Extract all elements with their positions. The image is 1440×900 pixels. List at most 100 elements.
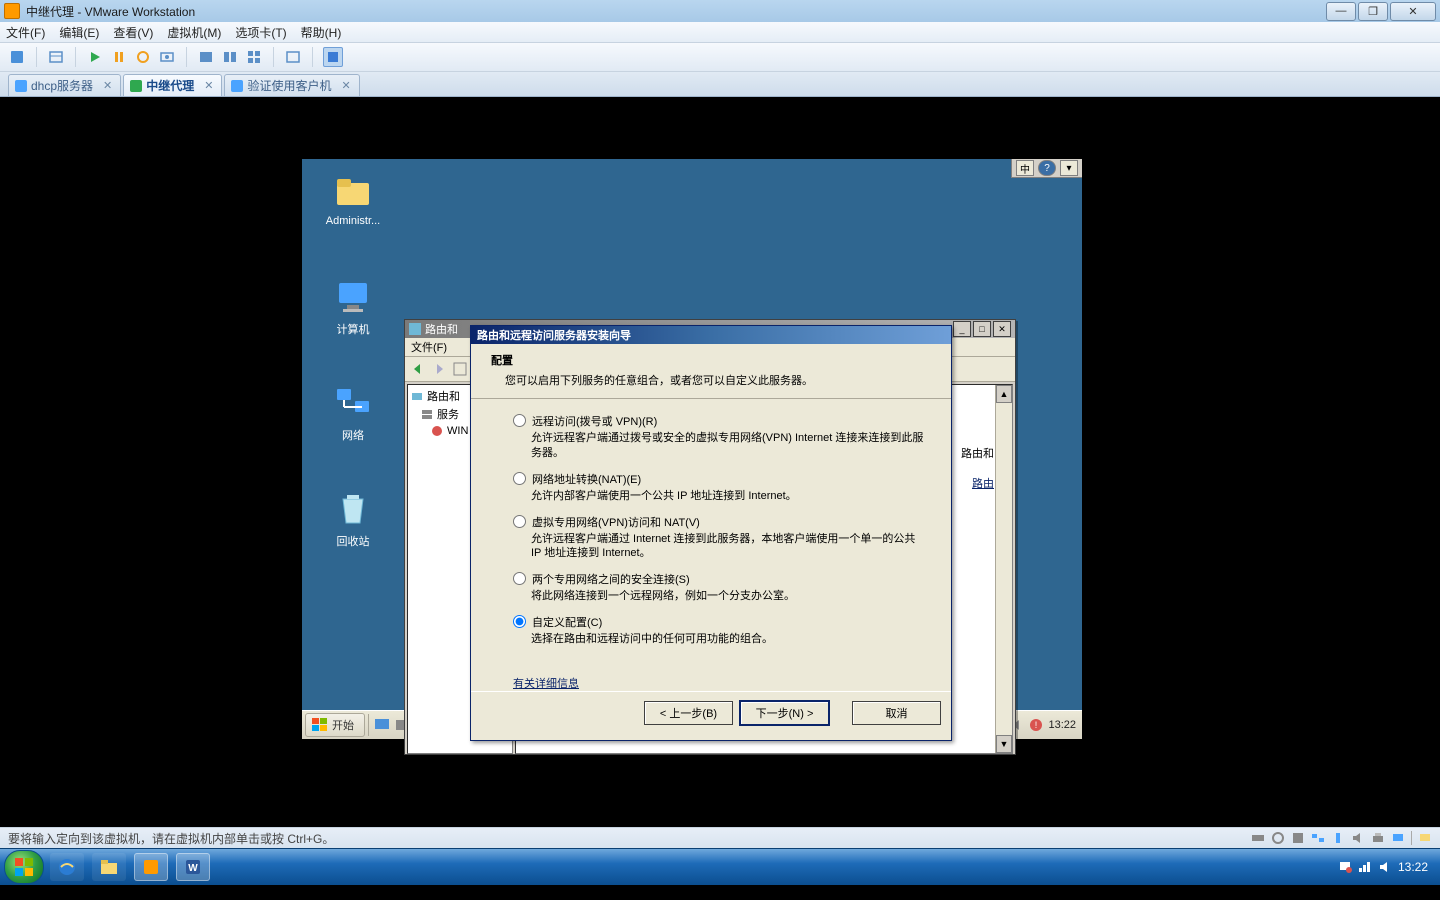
wizard-option-custom: 自定义配置(C) 选择在路由和远程访问中的任何可用功能的组合。 (513, 614, 925, 647)
host-maximize-button[interactable]: ❐ (1358, 2, 1388, 21)
mmc-close-button[interactable]: ✕ (993, 321, 1011, 337)
menu-edit[interactable]: 编辑(E) (59, 24, 99, 41)
toolbar-suspend-icon[interactable] (110, 48, 128, 66)
guest-clock: 13:22 (1048, 719, 1076, 731)
mmc-icon (409, 323, 421, 335)
vm-tab-label: 验证使用客户机 (247, 77, 331, 94)
toolbar-view1-icon[interactable] (197, 48, 215, 66)
tray-network-icon[interactable] (1358, 860, 1372, 874)
wizard-cancel-button[interactable]: 取消 (852, 701, 941, 725)
radio-secure-connection[interactable] (513, 572, 526, 585)
mmc-detail-link[interactable]: 路由 (972, 478, 994, 490)
option-label[interactable]: 虚拟专用网络(VPN)访问和 NAT(V) (532, 514, 700, 530)
device-usb-icon[interactable] (1331, 831, 1345, 845)
menu-vm[interactable]: 虚拟机(M) (167, 24, 221, 41)
host-minimize-button[interactable]: — (1326, 2, 1356, 21)
mmc-maximize-button[interactable]: □ (973, 321, 991, 337)
option-label[interactable]: 两个专用网络之间的安全连接(S) (532, 571, 690, 587)
wizard-heading: 配置 (491, 352, 935, 368)
toolbar-power-off-icon[interactable] (134, 48, 152, 66)
back-icon[interactable] (409, 360, 427, 378)
message-icon[interactable] (1418, 831, 1432, 845)
device-printer-icon[interactable] (1371, 831, 1385, 845)
taskbar-vmware[interactable] (134, 853, 168, 881)
toolbar-view3-icon[interactable] (245, 48, 263, 66)
wizard-body: 远程访问(拨号或 VPN)(R) 允许远程客户端通过拨号或安全的虚拟专用网络(V… (471, 399, 951, 691)
tray-flag-icon[interactable] (1338, 860, 1352, 874)
wizard-next-button[interactable]: 下一步(N) > (739, 700, 830, 726)
radio-nat[interactable] (513, 472, 526, 485)
forward-icon[interactable] (430, 360, 448, 378)
toolbar-fullscreen-icon[interactable] (323, 47, 343, 67)
language-icon[interactable]: 中 (1016, 160, 1034, 176)
guest-start-button[interactable]: 开始 (305, 713, 365, 737)
option-label[interactable]: 网络地址转换(NAT)(E) (532, 471, 641, 487)
vm-tab-relay[interactable]: 中继代理 ✕ (123, 74, 222, 96)
options-icon[interactable]: ▾ (1060, 160, 1078, 176)
mmc-scrollbar[interactable]: ▲ ▼ (995, 385, 1012, 753)
host-close-button[interactable]: ✕ (1390, 2, 1436, 21)
toolbar-power-on-icon[interactable] (86, 48, 104, 66)
tray-volume-icon[interactable] (1378, 860, 1392, 874)
desktop-icon-administrator[interactable]: Administr... (318, 171, 388, 227)
toolbar-home-icon[interactable] (8, 48, 26, 66)
toolbar-library-icon[interactable] (47, 48, 65, 66)
tab-close-icon[interactable]: ✕ (342, 79, 351, 92)
desktop-icon-computer[interactable]: 计算机 (318, 277, 388, 337)
vm-tab-label: dhcp服务器 (31, 77, 93, 94)
radio-remote-access[interactable] (513, 414, 526, 427)
host-clock[interactable]: 13:22 (1398, 860, 1428, 874)
option-label[interactable]: 自定义配置(C) (532, 614, 602, 630)
wizard-title-text: 路由和远程访问服务器安装向导 (477, 327, 631, 343)
vm-tab-dhcp[interactable]: dhcp服务器 ✕ (8, 74, 121, 96)
toolbar-unity-icon[interactable] (284, 48, 302, 66)
guest-start-label: 开始 (332, 717, 354, 733)
menu-file[interactable]: 文件(F) (6, 24, 45, 41)
vm-tab-client[interactable]: 验证使用客户机 ✕ (224, 74, 359, 96)
menu-tabs[interactable]: 选项卡(T) (235, 24, 286, 41)
windows-flag-icon (312, 718, 328, 732)
device-hdd-icon[interactable] (1251, 831, 1265, 845)
device-network-icon[interactable] (1311, 831, 1325, 845)
tab-close-icon[interactable]: ✕ (204, 79, 213, 92)
menu-help[interactable]: 帮助(H) (301, 24, 342, 41)
tab-close-icon[interactable]: ✕ (103, 79, 112, 92)
mmc-minimize-button[interactable]: _ (953, 321, 971, 337)
scroll-up-icon[interactable]: ▲ (996, 385, 1012, 403)
device-display-icon[interactable] (1391, 831, 1405, 845)
vmware-statusbar: 要将输入定向到该虚拟机，请在虚拟机内部单击或按 Ctrl+G。 (0, 827, 1440, 848)
statusbar-text: 要将输入定向到该虚拟机，请在虚拟机内部单击或按 Ctrl+G。 (8, 830, 334, 847)
taskbar-explorer[interactable] (92, 853, 126, 881)
vm-tab-icon (130, 80, 142, 92)
radio-vpn-nat[interactable] (513, 515, 526, 528)
help-icon[interactable]: ? (1038, 160, 1056, 176)
wizard-more-info-link[interactable]: 有关详细信息 (513, 675, 579, 691)
radio-custom[interactable] (513, 615, 526, 628)
wizard-back-button[interactable]: < 上一步(B) (644, 701, 733, 725)
wizard-option-secure-connection: 两个专用网络之间的安全连接(S) 将此网络连接到一个远程网络，例如一个分支办公室… (513, 571, 925, 604)
device-floppy-icon[interactable] (1291, 831, 1305, 845)
menu-view[interactable]: 查看(V) (113, 24, 153, 41)
svg-text:W: W (188, 863, 198, 874)
device-cd-icon[interactable] (1271, 831, 1285, 845)
toolbar-view2-icon[interactable] (221, 48, 239, 66)
toolbar-icon[interactable] (451, 360, 469, 378)
desktop-icon-label: 计算机 (337, 324, 370, 336)
host-start-button[interactable] (4, 850, 44, 884)
tray-alert-icon[interactable]: ! (1029, 718, 1043, 732)
guest-language-bar[interactable]: 中 ? ▾ (1011, 159, 1082, 178)
wizard-titlebar[interactable]: 路由和远程访问服务器安装向导 (471, 326, 951, 344)
taskbar-word[interactable]: W (176, 853, 210, 881)
host-taskbar: W 13:22 (0, 848, 1440, 885)
guest-display-area[interactable]: Administr... 计算机 网络 回收站 中 ? ▾ 开始 (0, 97, 1440, 827)
device-sound-icon[interactable] (1351, 831, 1365, 845)
option-label[interactable]: 远程访问(拨号或 VPN)(R) (532, 413, 657, 429)
scroll-down-icon[interactable]: ▼ (996, 735, 1012, 753)
toolbar-snapshot-icon[interactable] (158, 48, 176, 66)
mmc-menu-file[interactable]: 文件(F) (411, 339, 447, 355)
vmware-toolbar (0, 43, 1440, 72)
show-desktop-icon[interactable] (373, 716, 391, 734)
desktop-icon-recycle-bin[interactable]: 回收站 (318, 489, 388, 549)
taskbar-ie[interactable] (50, 853, 84, 881)
desktop-icon-network[interactable]: 网络 (318, 383, 388, 443)
